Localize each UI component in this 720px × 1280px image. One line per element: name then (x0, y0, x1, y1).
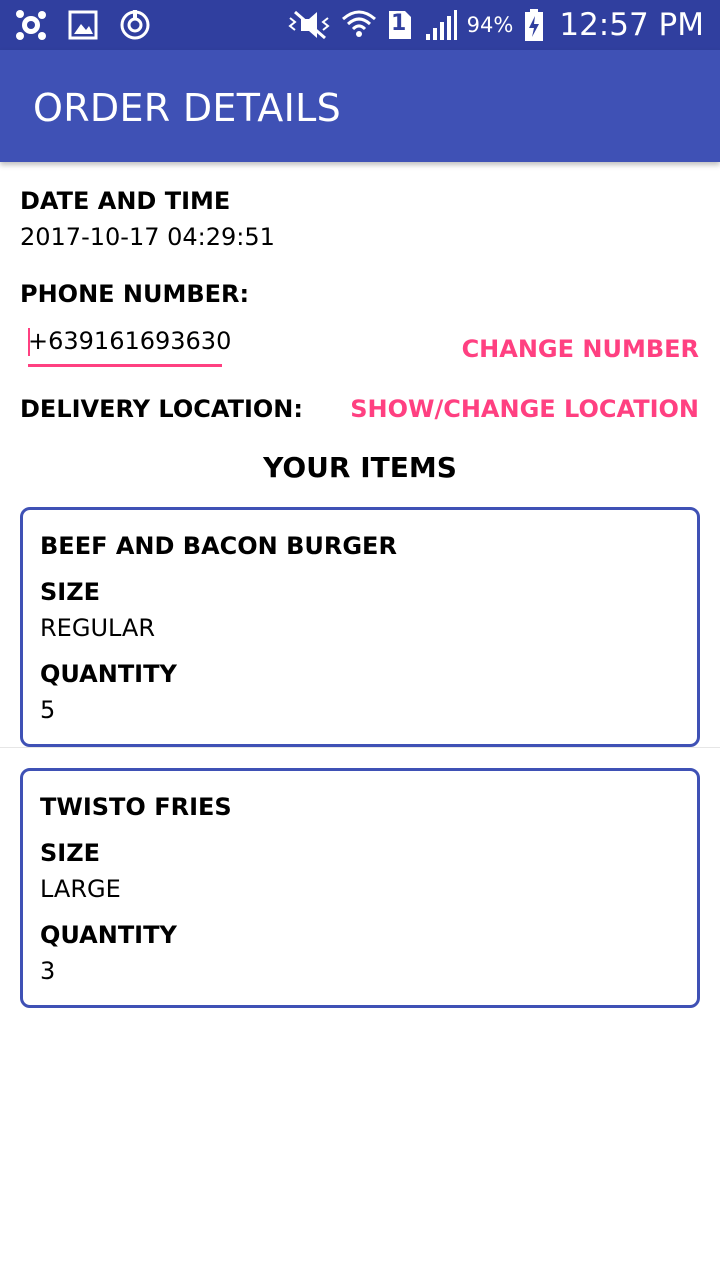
wifi-icon (341, 8, 377, 42)
sim-slot-number: 1 (391, 11, 407, 36)
system-icons: 1 94% 12:57 PM (287, 6, 704, 44)
battery-percent: 94% (466, 13, 514, 37)
item-quantity-value: 5 (40, 696, 56, 724)
phone-number-value: +639161693630 (28, 327, 232, 355)
phone-number-input[interactable]: +639161693630 (28, 326, 231, 367)
battery-charging-icon (523, 8, 545, 42)
item-card: TWISTO FRIES SIZE LARGE QUANTITY 3 (20, 768, 700, 1008)
clock: 12:57 PM (559, 7, 704, 43)
item-quantity-value: 3 (40, 957, 56, 985)
app-bar: ORDER DETAILS (0, 50, 720, 162)
signal-icon (423, 8, 457, 42)
delivery-location-label: DELIVERY LOCATION: (20, 395, 303, 423)
sync-icon (118, 8, 152, 42)
phone-number-label: PHONE NUMBER: (20, 280, 250, 308)
notification-icons (14, 8, 152, 42)
item-name: BEEF AND BACON BURGER (40, 532, 397, 560)
item-name: TWISTO FRIES (40, 793, 232, 821)
page-title: ORDER DETAILS (33, 86, 341, 130)
change-number-button[interactable]: CHANGE NUMBER (462, 335, 699, 363)
item-size-label: SIZE (40, 578, 101, 606)
date-time-label: DATE AND TIME (20, 187, 231, 215)
item-size-value: REGULAR (40, 614, 156, 642)
list-divider (0, 747, 720, 748)
avast-icon (14, 8, 48, 42)
item-size-label: SIZE (40, 839, 101, 867)
item-quantity-label: QUANTITY (40, 921, 177, 949)
item-quantity-label: QUANTITY (40, 660, 177, 688)
image-icon (66, 8, 100, 42)
sim-icon: 1 (387, 9, 413, 41)
show-change-location-button[interactable]: SHOW/CHANGE LOCATION (350, 395, 699, 423)
item-card: BEEF AND BACON BURGER SIZE REGULAR QUANT… (20, 507, 700, 747)
item-size-value: LARGE (40, 875, 121, 903)
status-bar: 1 94% 12:57 PM (0, 0, 720, 50)
mute-icon (287, 8, 331, 42)
your-items-heading: YOUR ITEMS (263, 451, 457, 484)
date-time-value: 2017-10-17 04:29:51 (20, 223, 275, 251)
